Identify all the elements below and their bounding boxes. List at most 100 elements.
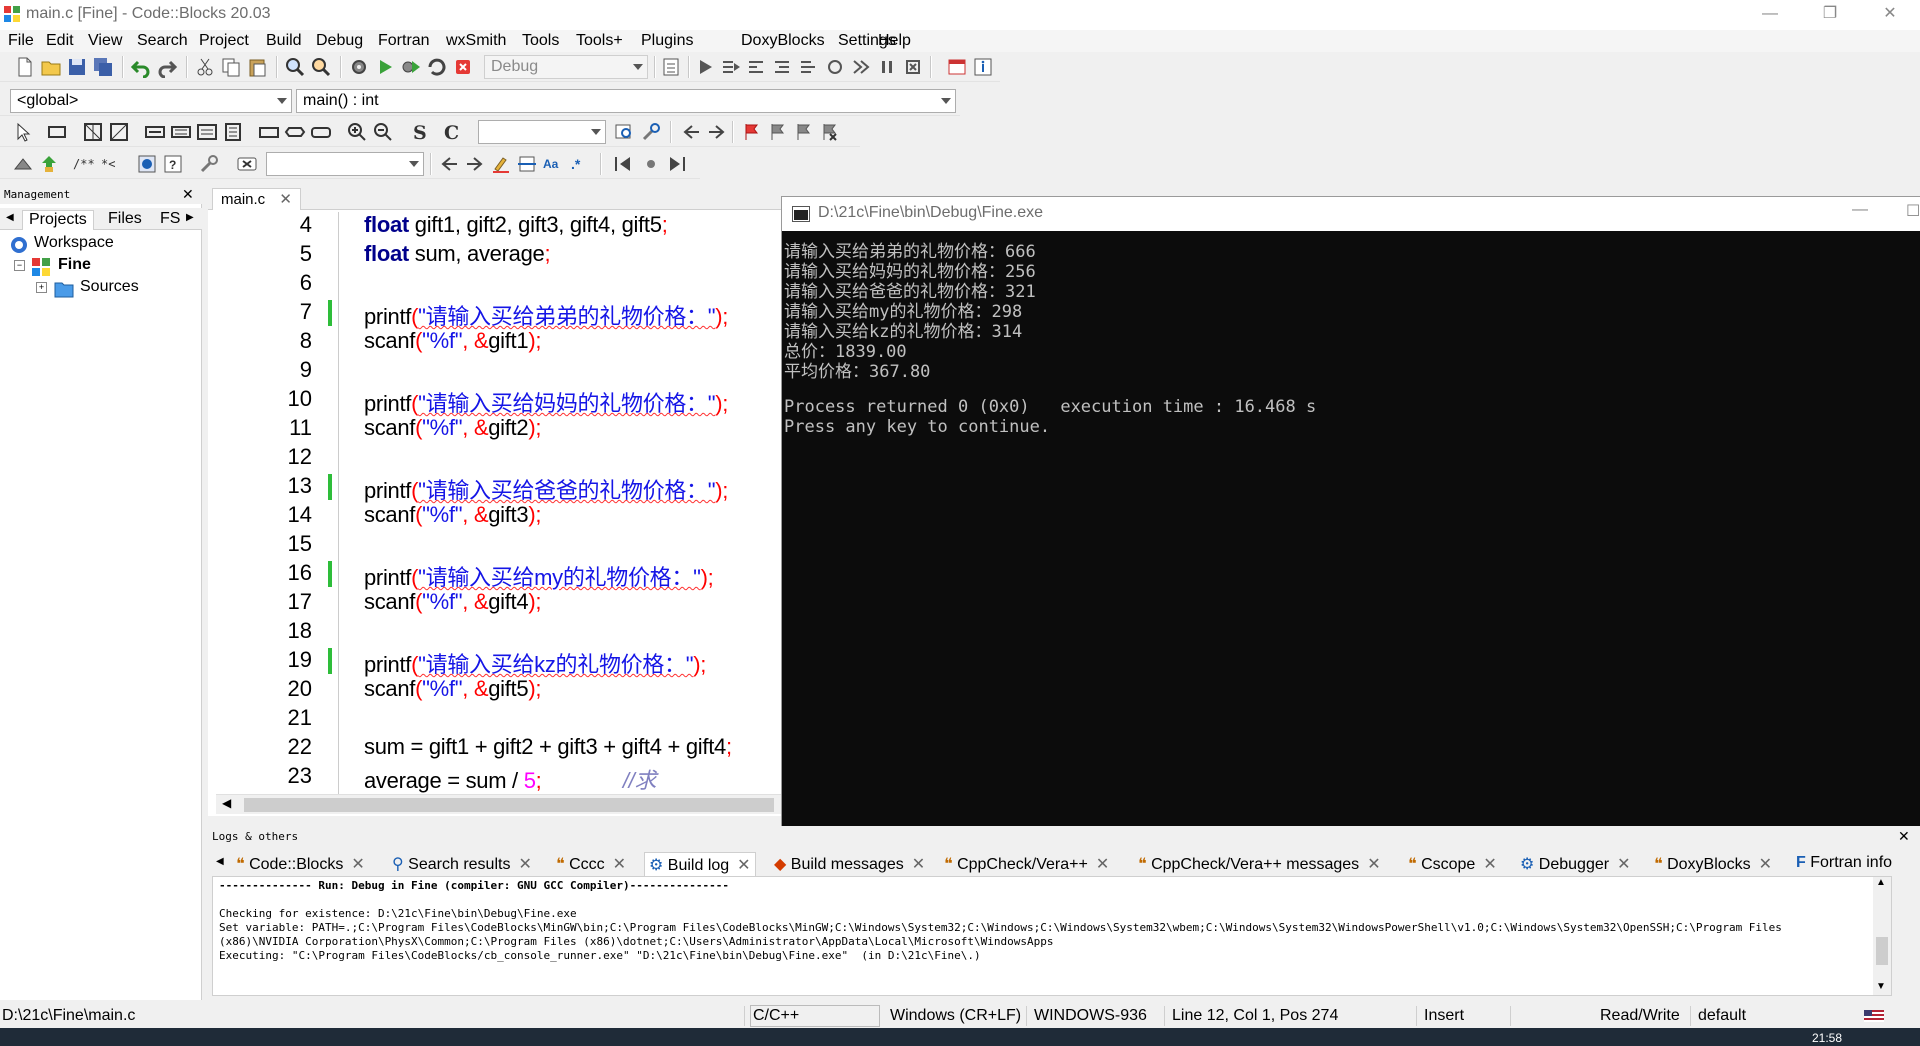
toggle-bookmark-icon[interactable] [740, 121, 762, 143]
next-instruction-icon[interactable] [824, 56, 846, 78]
build-and-run-icon[interactable] [400, 56, 422, 78]
log-tab-build-messages[interactable]: ◆ Build messages ✕ [770, 852, 929, 876]
log-tab-build-log[interactable]: ⚙ Build log ✕ [644, 852, 756, 876]
find-next-icon[interactable] [464, 153, 486, 175]
menu-project[interactable]: Project [199, 32, 249, 50]
function-select[interactable]: main() : int [296, 89, 956, 113]
redo-icon[interactable] [156, 56, 178, 79]
log-tab-doxyblocks[interactable]: ❝ DoxyBlocks ✕ [1650, 852, 1776, 876]
log-vertical-scrollbar[interactable]: ▲ ▼ [1873, 877, 1891, 995]
copy-icon[interactable] [220, 56, 242, 78]
close-button[interactable]: ✕ [1862, 0, 1918, 30]
panel-icon[interactable] [46, 121, 68, 143]
tab-scroll-right-icon[interactable]: ▶ [186, 212, 194, 223]
tab-files[interactable]: Files [102, 210, 148, 230]
menu-file[interactable]: File [8, 32, 34, 50]
code-area[interactable]: float gift1, gift2, gift3, gift4, gift5;… [364, 212, 784, 794]
build-gear-icon[interactable] [348, 56, 370, 78]
find-prev-icon[interactable] [438, 153, 460, 175]
log-tab-close-icon[interactable]: ✕ [1759, 856, 1772, 873]
logs-close-icon[interactable]: ✕ [1898, 828, 1910, 845]
pointer-icon[interactable] [12, 121, 34, 143]
build-log-output[interactable]: ▲ ▼ -------------- Run: Debug in Fine (c… [212, 876, 1892, 996]
search-go-icon[interactable] [614, 121, 636, 143]
run-icon[interactable] [374, 56, 396, 78]
log-tab-close-icon[interactable]: ✕ [1367, 856, 1380, 873]
extract-docs-icon[interactable] [38, 153, 60, 175]
doxy-config-icon[interactable] [198, 153, 220, 175]
log-tab-cppcheck-messages[interactable]: ❝ CppCheck/Vera++ messages ✕ [1134, 852, 1385, 876]
clear-bookmarks-icon[interactable] [818, 121, 840, 143]
line-comment-icon[interactable]: *< [100, 153, 122, 175]
restore-button[interactable]: ❐ [1802, 0, 1858, 30]
save-icon[interactable] [66, 56, 88, 78]
box-sizer-4-icon[interactable] [222, 121, 244, 143]
log-tab-codeblocks[interactable]: ❝ Code::Blocks ✕ [232, 852, 369, 876]
log-scrollbar-thumb[interactable] [1876, 937, 1888, 965]
debug-info-icon[interactable] [972, 56, 994, 78]
collapse-icon[interactable]: − [14, 260, 25, 271]
step-into-icon[interactable] [772, 56, 794, 78]
grid-sizer-icon[interactable] [82, 121, 104, 143]
regex-icon[interactable]: .* [568, 153, 590, 175]
log-tab-close-icon[interactable]: ✕ [1617, 856, 1630, 873]
stop-debugger-icon[interactable] [902, 56, 924, 78]
button-widget-icon[interactable] [258, 121, 280, 143]
menu-wxsmith[interactable]: wxSmith [446, 32, 506, 50]
show-select-target-icon[interactable] [660, 56, 682, 78]
match-case-icon[interactable]: Aa [542, 153, 564, 175]
box-sizer-3-icon[interactable] [196, 121, 218, 143]
box-sizer-2-icon[interactable] [170, 121, 192, 143]
log-tab-close-icon[interactable]: ✕ [613, 856, 626, 873]
run-to-cursor-icon[interactable] [720, 56, 742, 78]
filter-combo[interactable] [266, 152, 424, 176]
toggle-comments-icon[interactable]: C [440, 121, 462, 144]
jump-end-icon[interactable] [666, 153, 688, 175]
menu-plugins[interactable]: Plugins [641, 32, 693, 50]
tab-projects[interactable]: Projects [22, 210, 94, 230]
run-html-icon[interactable] [136, 153, 158, 175]
scroll-down-icon[interactable]: ▼ [1876, 981, 1886, 992]
menu-build[interactable]: Build [266, 32, 302, 50]
log-tab-fortran-info[interactable]: F Fortran info [1792, 852, 1918, 876]
new-file-icon[interactable] [14, 56, 36, 78]
paste-icon[interactable] [246, 56, 268, 78]
log-tab-cccc[interactable]: ❝ Cccc ✕ [552, 852, 630, 876]
menu-edit[interactable]: Edit [46, 32, 74, 50]
combo-widget-icon[interactable] [310, 121, 332, 143]
zoom-in-icon[interactable] [346, 121, 368, 143]
build-target-select[interactable]: Debug [484, 55, 648, 79]
expand-icon[interactable]: + [36, 282, 47, 293]
box-sizer-1-icon[interactable] [144, 121, 166, 143]
menu-help[interactable]: Help [878, 32, 911, 50]
log-tab-close-icon[interactable]: ✕ [351, 856, 364, 873]
log-tab-close-icon[interactable]: ✕ [737, 857, 750, 874]
editor-tab-close-icon[interactable]: ✕ [279, 191, 292, 208]
step-out-icon[interactable] [798, 56, 820, 78]
jump-forward-icon[interactable] [706, 121, 728, 143]
toggle-widget-icon[interactable] [284, 121, 306, 143]
scrollbar-thumb[interactable] [244, 798, 774, 812]
run-chm-icon[interactable]: ? [162, 153, 184, 175]
console-maximize-button[interactable]: ☐ [1906, 201, 1920, 221]
record-icon[interactable] [640, 153, 662, 175]
log-tab-cscope[interactable]: ❝ Cscope ✕ [1404, 852, 1501, 876]
jump-back-icon[interactable] [680, 121, 702, 143]
debug-windows-icon[interactable] [946, 56, 968, 78]
log-tab-debugger[interactable]: ⚙ Debugger ✕ [1516, 852, 1634, 876]
scroll-up-icon[interactable]: ▲ [1876, 877, 1886, 888]
editor-horizontal-scrollbar[interactable]: ◀ [216, 794, 781, 814]
doxywizard-icon[interactable] [12, 153, 34, 175]
scope-select[interactable]: <global> [10, 89, 292, 113]
log-tab-close-icon[interactable]: ✕ [1483, 856, 1496, 873]
menu-debug[interactable]: Debug [316, 32, 363, 50]
save-all-icon[interactable] [92, 56, 114, 78]
log-tab-close-icon[interactable]: ✕ [912, 856, 925, 873]
block-comment-icon[interactable]: /** [72, 153, 95, 175]
log-tab-close-icon[interactable]: ✕ [1096, 856, 1109, 873]
jump-start-icon[interactable] [612, 153, 634, 175]
console-window[interactable]: D:\21c\Fine\bin\Debug\Fine.exe — ☐ 请输入买给… [781, 196, 1920, 830]
open-folder-icon[interactable] [40, 56, 62, 78]
prev-bookmark-icon[interactable] [766, 121, 788, 143]
management-close-icon[interactable]: ✕ [182, 186, 194, 203]
